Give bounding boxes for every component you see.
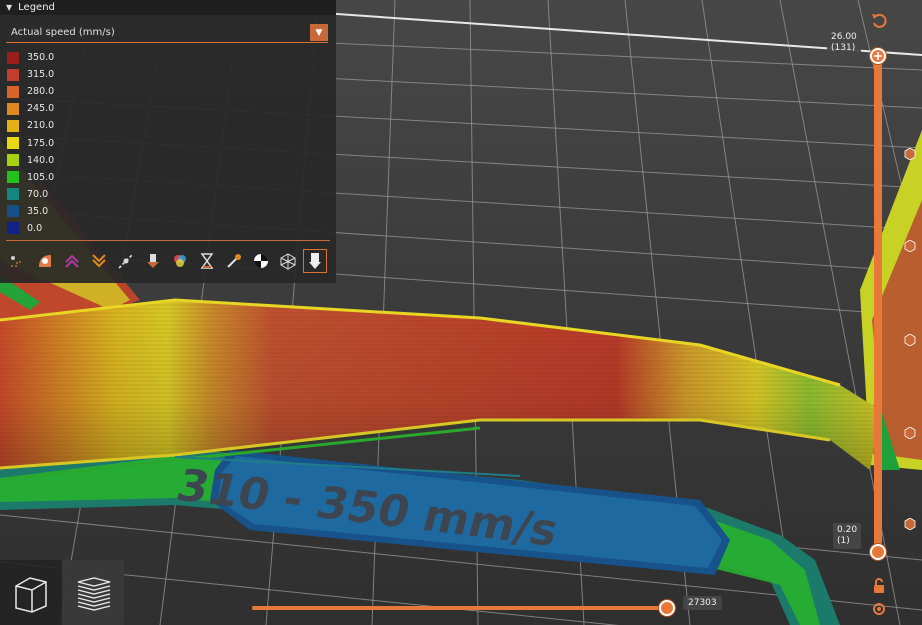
layer-slider-bottom-thumb[interactable] [870,544,886,560]
legend-item-label: 210.0 [27,120,55,132]
layer-slider-top-thumb[interactable] [870,48,886,64]
color-swatch [7,102,19,115]
view-type-value: Actual speed (mm/s) [11,27,115,38]
legend-item: 280.0 [7,83,54,100]
move-slider-thumb[interactable] [659,600,675,616]
view-type-select[interactable]: Actual speed (mm/s) ▼ [6,23,328,43]
bottom-layer-number: (1) [837,536,850,546]
collapse-triangle-icon[interactable]: ▼ [6,3,12,12]
layer-slider-track[interactable] [874,56,882,553]
color-swatch [7,154,19,167]
color-swatch [7,222,19,235]
legend-item-label: 35.0 [27,205,49,217]
legend-item-label: 350.0 [27,52,55,64]
color-swatch [7,137,19,150]
tick-marker-icon[interactable] [904,240,916,252]
legend-item: 105.0 [7,169,54,186]
legend-item: 210.0 [7,117,54,134]
legend-item-label: 70.0 [27,188,49,200]
legend-item: 0.0 [7,220,54,237]
legend-panel: ▼ Legend Actual speed (mm/s) ▼ 350.0 315… [0,0,336,283]
color-swatch [7,119,19,132]
color-swatch [7,171,19,184]
legend-item: 35.0 [7,203,54,220]
legend-item-label: 105.0 [27,171,55,183]
legend-header[interactable]: ▼ Legend [0,0,336,15]
color-swatch [7,68,19,81]
undo-arrow-icon[interactable] [870,12,888,30]
legend-item: 350.0 [7,49,54,66]
layers-stack-icon [77,576,111,611]
travel-icon[interactable] [6,249,30,273]
legend-item-label: 140.0 [27,154,55,166]
top-layer-number: (131) [831,43,856,53]
move-slider-track[interactable] [252,606,668,610]
tick-marker-icon[interactable] [904,518,916,530]
tick-marker-icon[interactable] [904,148,916,160]
seams-icon[interactable] [114,249,138,273]
all-layers-view-button[interactable] [62,560,124,625]
custom-gcodes-icon[interactable] [222,249,246,273]
settings-cog-icon[interactable] [871,601,887,617]
gcode-preview: 310 - 350 mm/s ▼ Legend Actual speed (mm… [0,0,922,625]
tick-marker-icon[interactable] [904,427,916,439]
cube-icon [15,576,47,613]
legend-toolbar [6,249,327,273]
legend-item: 315.0 [7,66,54,83]
tool-changes-icon[interactable] [141,249,165,273]
lock-icon[interactable] [871,578,887,594]
legend-item: 175.0 [7,134,54,151]
color-swatch [7,85,19,98]
move-slider-value: 27303 [683,596,722,610]
color-swatch [7,205,19,218]
legend-divider [6,240,330,241]
legend-items: 350.0 315.0 280.0 245.0 210.0 175.0 140.… [7,49,54,237]
legend-item-label: 175.0 [27,137,55,149]
chevron-down-icon[interactable]: ▼ [310,24,328,41]
legend-item-label: 245.0 [27,103,55,115]
bottom-height-value: 0.20 [837,525,858,535]
single-layer-view-button[interactable] [0,560,62,625]
shells-icon[interactable] [276,249,300,273]
color-swatch [7,51,19,64]
bottom-layer-label: 0.20 (1) [833,523,862,549]
view-mode-buttons [0,560,124,625]
top-height-value: 26.00 [831,32,857,42]
legend-item: 140.0 [7,152,54,169]
color-swatch [7,188,19,201]
tick-marker-icon[interactable] [904,334,916,346]
top-layer-label: 26.00 (131) [827,30,861,56]
color-changes-icon[interactable] [168,249,192,273]
deretractions-icon[interactable] [87,249,111,273]
legend-item: 70.0 [7,186,54,203]
center-of-gravity-icon[interactable] [249,249,273,273]
tool-marker-icon[interactable] [303,249,327,273]
pause-prints-icon[interactable] [195,249,219,273]
legend-title: Legend [18,2,55,13]
legend-item-label: 0.0 [27,222,43,234]
legend-item-label: 315.0 [27,69,55,81]
wipe-icon[interactable] [33,249,57,273]
retractions-icon[interactable] [60,249,84,273]
legend-item-label: 280.0 [27,86,55,98]
legend-item: 245.0 [7,100,54,117]
